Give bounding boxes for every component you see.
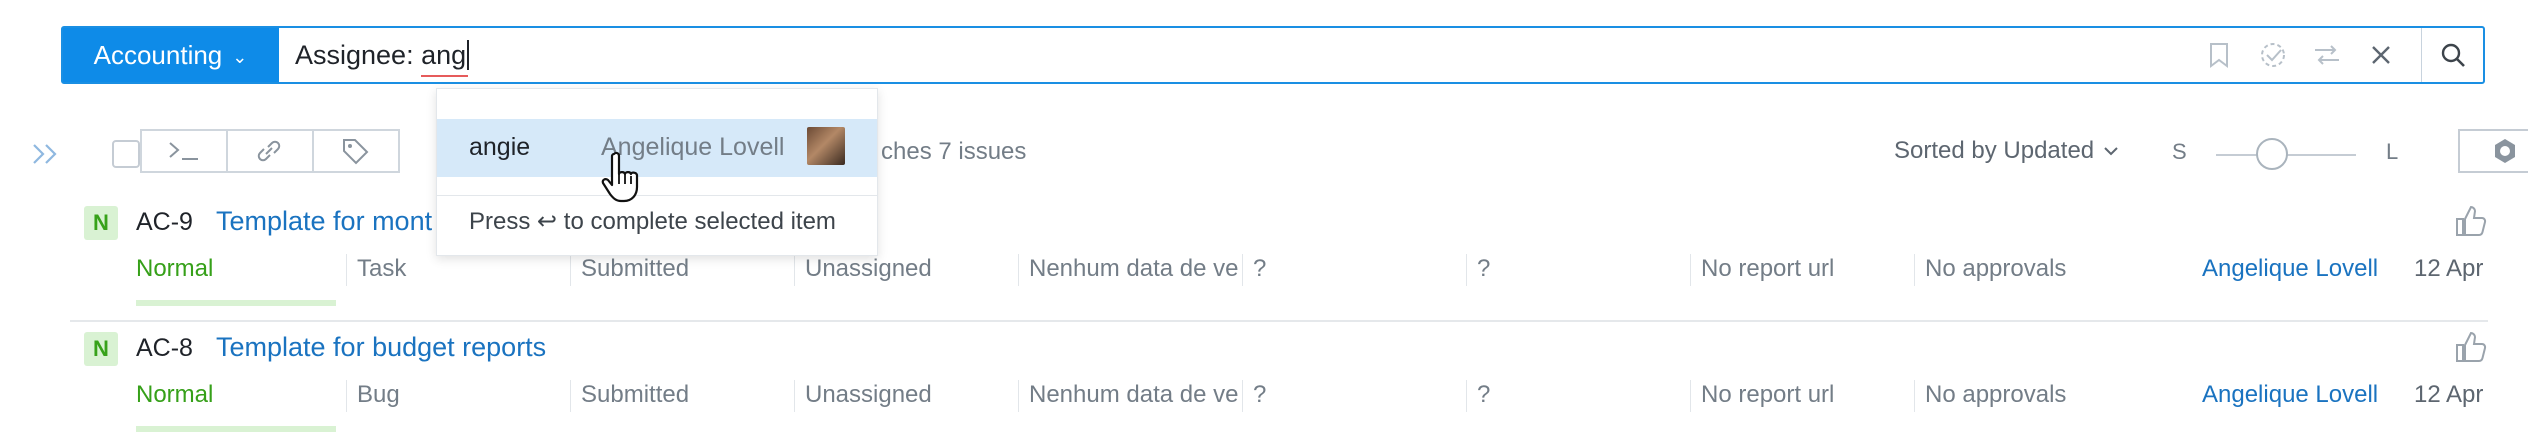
issue-summary-link[interactable]: Template for mont bbox=[216, 206, 432, 237]
saved-search-check-icon[interactable] bbox=[2259, 41, 2287, 69]
custom-field-1[interactable]: ? bbox=[1242, 254, 1466, 286]
list-settings-button[interactable] bbox=[2458, 129, 2528, 173]
priority-indicator-bar bbox=[136, 300, 336, 306]
row-size-slider-thumb[interactable] bbox=[2256, 138, 2288, 170]
type-field[interactable]: Bug bbox=[346, 380, 570, 412]
sort-label: Sorted by Updated bbox=[1894, 137, 2095, 164]
link-icon bbox=[257, 140, 281, 162]
custom-field-2[interactable]: ? bbox=[1466, 380, 1690, 412]
link-button[interactable] bbox=[226, 129, 314, 173]
issue-summary-link[interactable]: Template for budget reports bbox=[216, 332, 546, 363]
updated-date: 12 Apr bbox=[2414, 255, 2484, 282]
avatar bbox=[807, 127, 845, 165]
select-all-checkbox[interactable] bbox=[112, 140, 140, 168]
filter-settings-icon[interactable] bbox=[2313, 41, 2341, 69]
command-button[interactable] bbox=[140, 129, 228, 173]
report-url-field[interactable]: No report url bbox=[1690, 254, 1914, 286]
expand-sidebar-icon[interactable] bbox=[30, 139, 64, 169]
priority-indicator-bar bbox=[136, 426, 336, 432]
size-large-label: L bbox=[2386, 139, 2399, 164]
priority-badge[interactable]: N bbox=[84, 332, 118, 366]
issue-id[interactable]: AC-8 bbox=[136, 334, 193, 363]
clear-search-icon[interactable] bbox=[2367, 41, 2395, 69]
chevron-down-icon bbox=[2104, 147, 2118, 156]
custom-field-2[interactable]: ? bbox=[1466, 254, 1690, 286]
divider bbox=[437, 195, 877, 196]
subsystem-field[interactable]: Unassigned bbox=[794, 380, 1018, 412]
tag-button[interactable] bbox=[312, 129, 400, 173]
search-input[interactable]: Assignee: ang bbox=[279, 28, 2205, 82]
custom-field-1[interactable]: ? bbox=[1242, 380, 1466, 412]
hand-pointer-cursor-icon bbox=[600, 150, 646, 206]
approvals-field[interactable]: No approvals bbox=[1914, 254, 2174, 286]
priority-field[interactable]: Normal bbox=[136, 380, 346, 412]
due-date-field[interactable]: Nenhum data de ve bbox=[1018, 254, 1242, 286]
query-prefix: Assignee: bbox=[295, 39, 414, 70]
search-button[interactable] bbox=[2421, 28, 2483, 82]
updated-date: 12 Apr bbox=[2414, 381, 2484, 408]
autocomplete-dropdown: angie Angelique Lovell Press ↩ to comple… bbox=[436, 88, 878, 256]
thumbs-up-icon[interactable] bbox=[2454, 204, 2488, 238]
issue-list-toolbar: ches 7 issues Sorted by Updated S L bbox=[26, 125, 2528, 183]
approvals-field[interactable]: No approvals bbox=[1914, 380, 2174, 412]
priority-badge[interactable]: N bbox=[84, 206, 118, 240]
sort-selector[interactable]: Sorted by Updated bbox=[1894, 137, 2120, 165]
query-typed: ang bbox=[421, 39, 469, 77]
issue-row[interactable]: N AC-8 Template for budget reports Norma… bbox=[70, 322, 2488, 443]
search-icon bbox=[2441, 43, 2465, 67]
project-label: Accounting bbox=[93, 39, 223, 70]
suggestion-login: angie bbox=[469, 133, 531, 161]
suggestion-item[interactable]: angie Angelique Lovell bbox=[437, 119, 877, 177]
chevron-down-icon: ⌄ bbox=[232, 46, 248, 67]
due-date-field[interactable]: Nenhum data de ve bbox=[1018, 380, 1242, 412]
bookmark-icon[interactable] bbox=[2205, 41, 2233, 69]
thumbs-up-icon[interactable] bbox=[2454, 330, 2488, 364]
report-url-field[interactable]: No report url bbox=[1690, 380, 1914, 412]
command-icon bbox=[169, 142, 198, 160]
type-field[interactable]: Task bbox=[346, 254, 570, 286]
state-field[interactable]: Submitted bbox=[570, 254, 794, 286]
search-bar: Accounting ⌄ Assignee: ang bbox=[61, 26, 2485, 84]
match-count: ches 7 issues bbox=[881, 138, 1027, 165]
text-caret bbox=[467, 40, 470, 70]
project-selector-button[interactable]: Accounting ⌄ bbox=[63, 28, 279, 82]
state-field[interactable]: Submitted bbox=[570, 380, 794, 412]
issue-id[interactable]: AC-9 bbox=[136, 208, 193, 237]
search-actions bbox=[2205, 28, 2421, 82]
completion-hint: Press ↩ to complete selected item bbox=[469, 208, 836, 235]
priority-field[interactable]: Normal bbox=[136, 254, 346, 286]
subsystem-field[interactable]: Unassigned bbox=[794, 254, 1018, 286]
size-small-label: S bbox=[2172, 139, 2187, 164]
gear-icon bbox=[2495, 139, 2515, 163]
issue-row[interactable]: N AC-9 Template for mont Normal Task Sub… bbox=[70, 196, 2488, 322]
tag-icon bbox=[343, 139, 369, 165]
